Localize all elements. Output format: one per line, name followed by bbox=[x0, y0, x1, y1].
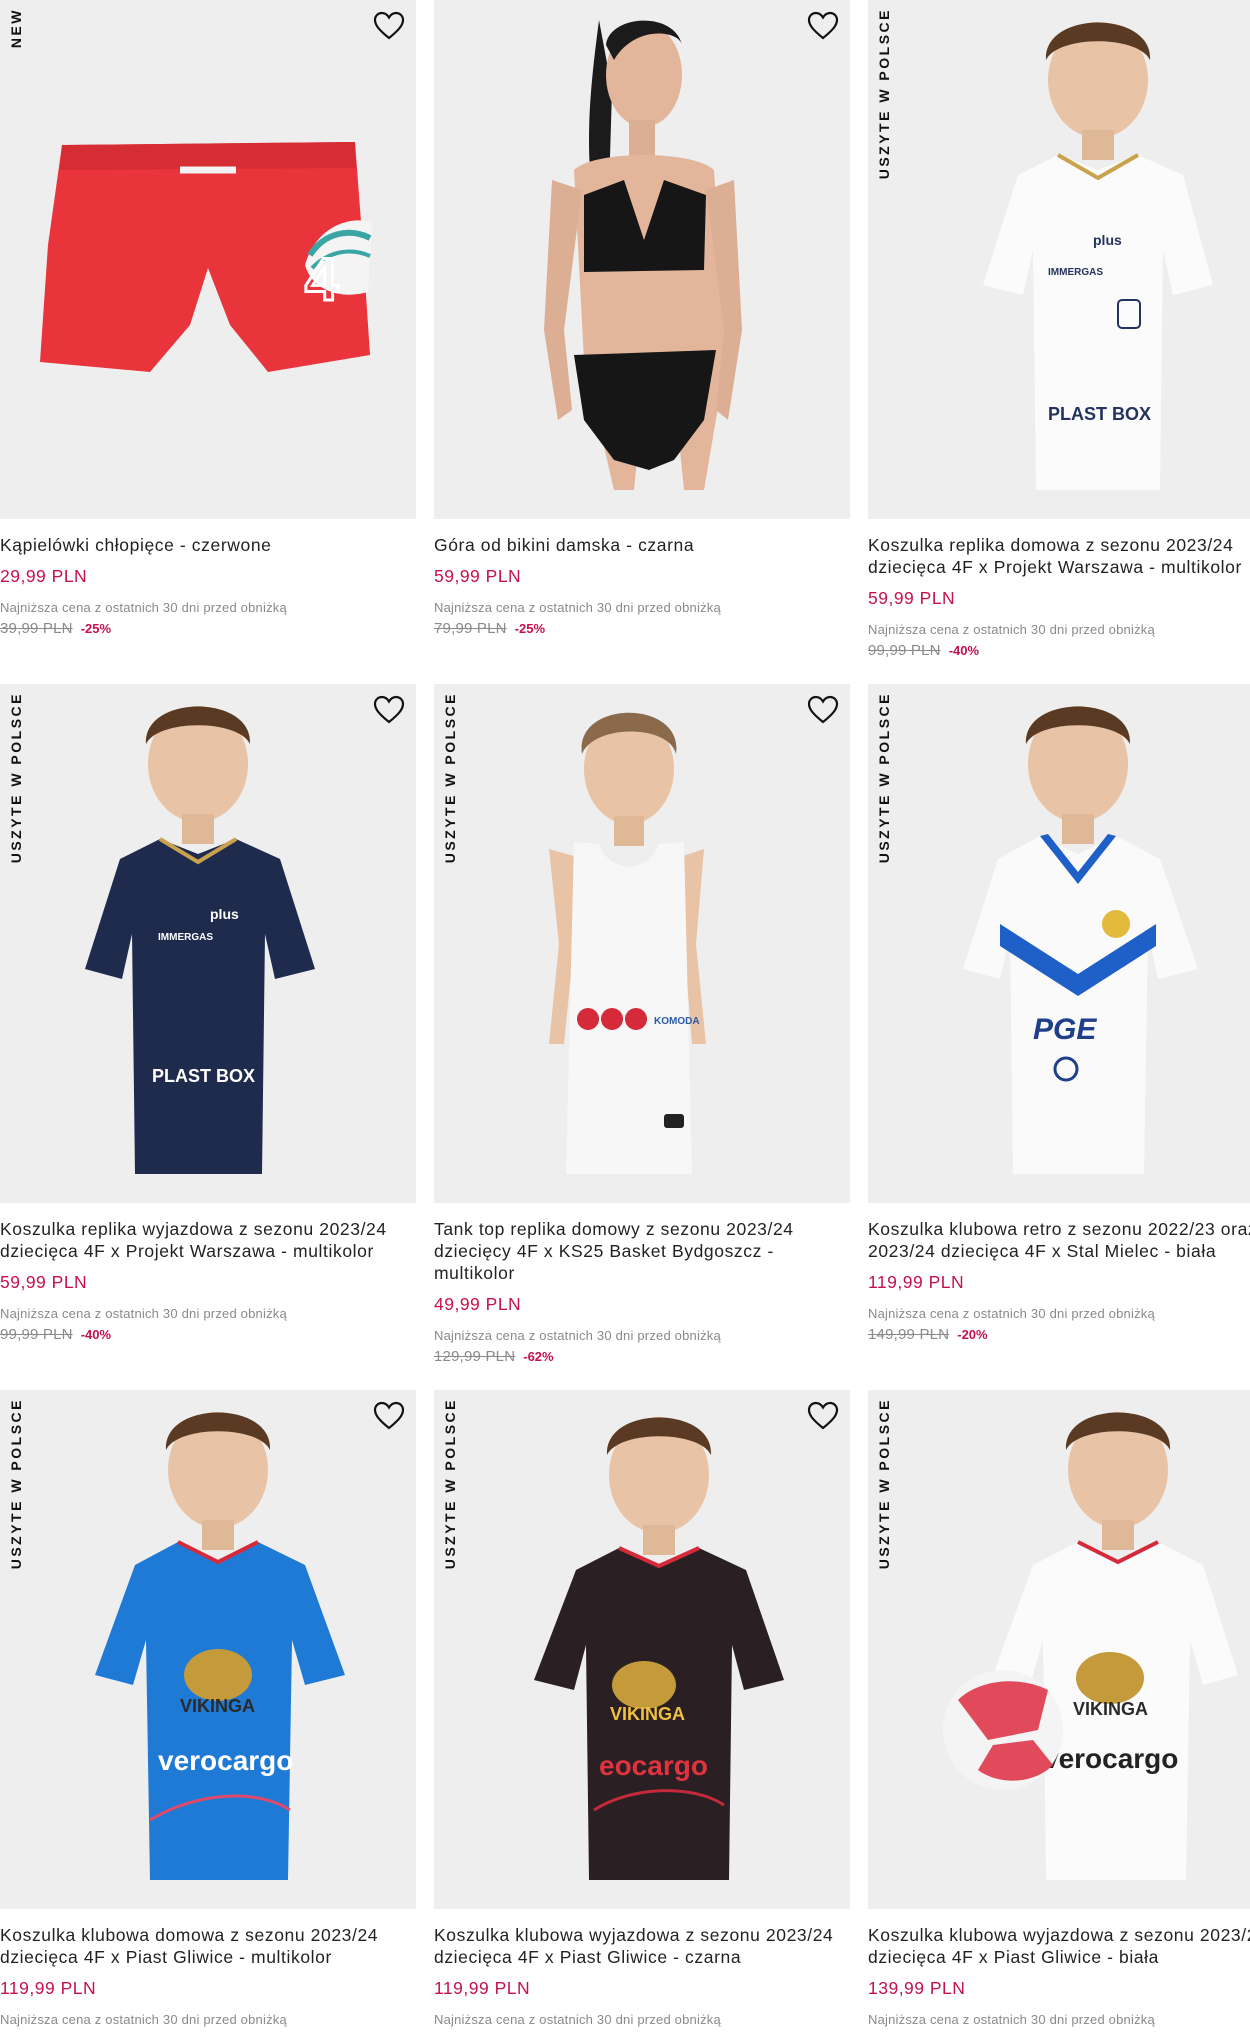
product-title[interactable]: Koszulka klubowa domowa z sezonu 2023/24… bbox=[0, 1924, 416, 1968]
product-image[interactable]: 4 NEW bbox=[0, 0, 416, 519]
discount-badge: -40% bbox=[948, 643, 980, 658]
white-jersey-kid-image: plus IMMERGAS PLAST BOX bbox=[983, 22, 1213, 490]
sewn-in-poland-badge: USZYTE W POLSCE bbox=[876, 692, 892, 864]
wishlist-heart-icon[interactable] bbox=[806, 10, 840, 42]
svg-text:eocargo: eocargo bbox=[599, 1750, 708, 1781]
discount-badge: -62% bbox=[523, 1349, 554, 1364]
product-price: 59,99 PLN bbox=[434, 566, 522, 586]
sewn-in-poland-badge: USZYTE W POLSCE bbox=[442, 692, 458, 864]
tank-top-kid-image: KOMODA bbox=[549, 712, 706, 1174]
svg-text:PGE: PGE bbox=[1033, 1013, 1097, 1046]
sewn-in-poland-badge: USZYTE W POLSCE bbox=[8, 1398, 24, 1570]
product-card[interactable]: PGE USZYTE W POLSCE Koszulka klubowa ret… bbox=[868, 684, 1250, 1343]
lowest-price-label: Najniższa cena z ostatnich 30 dni przed … bbox=[0, 1306, 287, 1321]
old-price: 99,99 PLN bbox=[868, 642, 941, 659]
product-image[interactable]: PGE USZYTE W POLSCE bbox=[868, 684, 1250, 1203]
product-image[interactable]: plus IMMERGAS PLAST BOX USZYTE W POLSCE bbox=[868, 0, 1250, 519]
lowest-price-label: Najniższa cena z ostatnich 30 dni przed … bbox=[434, 1328, 721, 1343]
svg-text:plus: plus bbox=[210, 906, 239, 922]
svg-text:IMMERGAS: IMMERGAS bbox=[1048, 267, 1103, 278]
wishlist-heart-icon[interactable] bbox=[806, 1400, 840, 1432]
wishlist-heart-icon[interactable] bbox=[372, 10, 406, 42]
lowest-price-label: Najniższa cena z ostatnich 30 dni przed … bbox=[0, 2012, 287, 2027]
product-image[interactable]: KOMODA USZYTE W POLSCE bbox=[434, 684, 850, 1203]
product-title[interactable]: Góra od bikini damska - czarna bbox=[434, 534, 850, 556]
sewn-in-poland-badge: USZYTE W POLSCE bbox=[442, 1398, 458, 1570]
lowest-price-label: Najniższa cena z ostatnich 30 dni przed … bbox=[868, 2012, 1155, 2027]
product-card[interactable]: VIKINGA verocargo USZYTE W POLSCE Koszul… bbox=[868, 1390, 1250, 2027]
lowest-price-label: Najniższa cena z ostatnich 30 dni przed … bbox=[434, 600, 721, 615]
product-image[interactable] bbox=[434, 0, 850, 519]
lowest-price-label: Najniższa cena z ostatnich 30 dni przed … bbox=[868, 1306, 1155, 1321]
lowest-price-label: Najniższa cena z ostatnich 30 dni przed … bbox=[434, 2012, 721, 2027]
product-card[interactable]: 4 NEW Kąpielówki chłopięce - czerwone 29… bbox=[0, 0, 416, 637]
sewn-in-poland-badge: USZYTE W POLSCE bbox=[876, 1398, 892, 1570]
discount-badge: -40% bbox=[80, 1327, 112, 1342]
product-price: 119,99 PLN bbox=[868, 1272, 965, 1292]
product-card[interactable]: VIKINGA eocargo USZYTE W POLSCE Koszulka… bbox=[434, 1390, 850, 2027]
product-image[interactable]: VIKINGA verocargo USZYTE W POLSCE bbox=[868, 1390, 1250, 1909]
product-title[interactable]: Koszulka klubowa retro z sezonu 2022/23 … bbox=[868, 1218, 1250, 1262]
new-badge: NEW bbox=[8, 8, 24, 49]
product-title[interactable]: Koszulka replika domowa z sezonu 2023/24… bbox=[868, 534, 1250, 578]
sewn-in-poland-badge: USZYTE W POLSCE bbox=[8, 692, 24, 864]
product-card[interactable]: Góra od bikini damska - czarna 59,99 PLN… bbox=[434, 0, 850, 637]
product-price: 59,99 PLN bbox=[0, 1272, 88, 1292]
discount-badge: -25% bbox=[514, 621, 546, 636]
svg-text:PLAST BOX: PLAST BOX bbox=[1048, 404, 1151, 424]
svg-text:VIKINGA: VIKINGA bbox=[1073, 1699, 1148, 1719]
svg-text:plus: plus bbox=[1093, 232, 1122, 248]
product-card[interactable]: plus IMMERGAS PLAST BOX USZYTE W POLSCE … bbox=[868, 0, 1250, 659]
svg-text:4: 4 bbox=[305, 246, 339, 313]
old-price: 99,99 PLN bbox=[0, 1326, 73, 1343]
discount-badge: -20% bbox=[957, 1327, 988, 1342]
product-price: 139,99 PLN bbox=[868, 1978, 966, 1998]
old-price: 129,99 PLN bbox=[434, 1348, 516, 1365]
product-image[interactable]: plus IMMERGAS PLAST BOX USZYTE W POLSCE bbox=[0, 684, 416, 1203]
product-title[interactable]: Koszulka klubowa wyjazdowa z sezonu 2023… bbox=[868, 1924, 1250, 1968]
svg-text:KOMODA: KOMODA bbox=[654, 1016, 700, 1027]
red-swim-shorts-image: 4 bbox=[40, 142, 372, 372]
old-price: 79,99 PLN bbox=[434, 620, 507, 637]
svg-text:IMMERGAS: IMMERGAS bbox=[158, 932, 213, 943]
product-title[interactable]: Kąpielówki chłopięce - czerwone bbox=[0, 534, 416, 556]
discount-badge: -25% bbox=[80, 621, 112, 636]
product-price: 49,99 PLN bbox=[434, 1294, 522, 1314]
svg-text:VIKINGA: VIKINGA bbox=[180, 1696, 255, 1716]
product-price: 59,99 PLN bbox=[868, 588, 956, 608]
product-image[interactable]: VIKINGA verocargo USZYTE W POLSCE bbox=[0, 1390, 416, 1909]
product-price: 119,99 PLN bbox=[0, 1978, 97, 1998]
lowest-price-label: Najniższa cena z ostatnich 30 dni przed … bbox=[0, 600, 287, 615]
blue-piast-jersey-kid-image: VIKINGA verocargo bbox=[95, 1412, 345, 1880]
product-card[interactable]: VIKINGA verocargo USZYTE W POLSCE Koszul… bbox=[0, 1390, 416, 2027]
svg-text:verocargo: verocargo bbox=[1043, 1743, 1178, 1774]
navy-jersey-kid-image: plus IMMERGAS PLAST BOX bbox=[85, 706, 315, 1174]
product-title[interactable]: Koszulka klubowa wyjazdowa z sezonu 2023… bbox=[434, 1924, 850, 1968]
svg-text:PLAST BOX: PLAST BOX bbox=[152, 1066, 255, 1086]
old-price: 149,99 PLN bbox=[868, 1326, 950, 1343]
product-card[interactable]: KOMODA USZYTE W POLSCE Tank top replika … bbox=[434, 684, 850, 1365]
black-piast-jersey-kid-image: VIKINGA eocargo bbox=[534, 1417, 784, 1880]
svg-text:VIKINGA: VIKINGA bbox=[610, 1704, 685, 1724]
product-title[interactable]: Tank top replika domowy z sezonu 2023/24… bbox=[434, 1218, 850, 1284]
stal-mielec-jersey-kid-image: PGE bbox=[963, 706, 1198, 1174]
product-card[interactable]: plus IMMERGAS PLAST BOX USZYTE W POLSCE … bbox=[0, 684, 416, 1343]
product-price: 119,99 PLN bbox=[434, 1978, 531, 1998]
product-image[interactable]: VIKINGA eocargo USZYTE W POLSCE bbox=[434, 1390, 850, 1909]
product-title[interactable]: Koszulka replika wyjazdowa z sezonu 2023… bbox=[0, 1218, 416, 1262]
bikini-model-image bbox=[544, 20, 742, 490]
sewn-in-poland-badge: USZYTE W POLSCE bbox=[876, 8, 892, 180]
lowest-price-label: Najniższa cena z ostatnich 30 dni przed … bbox=[868, 622, 1155, 637]
old-price: 39,99 PLN bbox=[0, 620, 73, 637]
wishlist-heart-icon[interactable] bbox=[372, 1400, 406, 1432]
svg-text:verocargo: verocargo bbox=[158, 1745, 293, 1776]
wishlist-heart-icon[interactable] bbox=[372, 694, 406, 726]
wishlist-heart-icon[interactable] bbox=[806, 694, 840, 726]
product-price: 29,99 PLN bbox=[0, 566, 88, 586]
white-piast-jersey-kid-with-ball-image: VIKINGA verocargo bbox=[943, 1412, 1238, 1880]
